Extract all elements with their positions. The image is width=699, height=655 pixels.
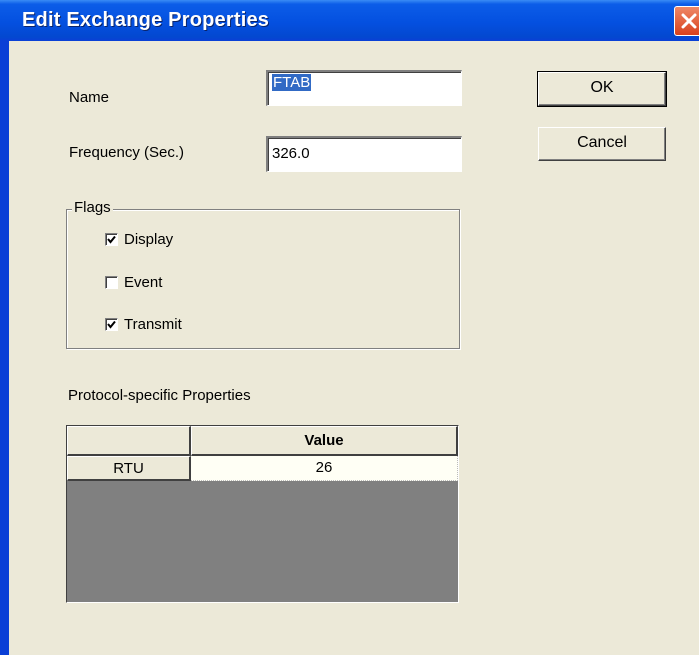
flags-legend: Flags [72,199,113,216]
name-field[interactable]: FTAB [266,70,462,106]
name-label: Name [69,89,110,106]
frequency-label: Frequency (Sec.) [69,144,185,161]
cancel-button[interactable]: Cancel [538,127,666,161]
ok-button[interactable]: OK [537,71,667,107]
title-bar[interactable]: Edit Exchange Properties [0,0,699,41]
protocol-section-title: Protocol-specific Properties [68,387,251,404]
name-value: FTAB [272,74,312,91]
frequency-field[interactable]: 326.0 [266,136,462,172]
close-button[interactable] [674,6,699,36]
grid-column-header-value[interactable]: Value [191,426,458,456]
protocol-grid[interactable]: Value RTU 26 [66,425,459,603]
close-icon [681,13,697,29]
transmit-checkbox[interactable] [105,318,118,331]
checkmark-icon [107,235,116,244]
frequency-value: 326.0 [272,145,310,162]
window-title: Edit Exchange Properties [22,9,270,31]
window-frame [0,0,9,655]
event-label[interactable]: Event [124,274,162,291]
grid-cell-value[interactable]: 26 [191,456,458,481]
checkmark-icon [107,320,116,329]
display-checkbox[interactable] [105,233,118,246]
grid-row-header[interactable]: RTU [67,456,191,481]
grid-corner-header [67,426,191,456]
display-label[interactable]: Display [124,231,173,248]
transmit-label[interactable]: Transmit [124,316,182,333]
event-checkbox[interactable] [105,276,118,289]
